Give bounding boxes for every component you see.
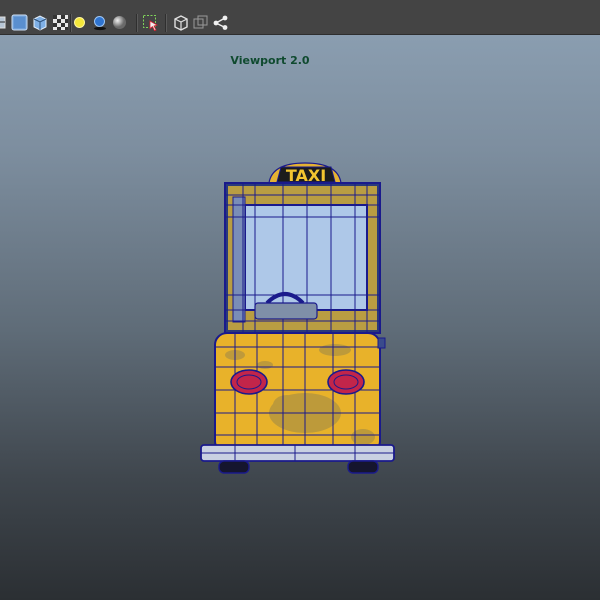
toolbar-separator <box>165 14 167 32</box>
xray-icon[interactable] <box>172 14 189 31</box>
isolate-select-icon[interactable] <box>142 14 159 31</box>
taxi-model[interactable]: TAXI <box>195 155 400 480</box>
xray-joints-icon[interactable] <box>192 14 209 31</box>
share-icon[interactable] <box>212 14 229 31</box>
wireframe-on-shaded-icon[interactable] <box>0 14 8 31</box>
taxi-model-render: TAXI <box>200 162 395 474</box>
toolbar-separator <box>136 14 138 32</box>
smooth-shade-icon[interactable] <box>11 14 28 31</box>
viewport-toolbar <box>0 0 600 35</box>
default-material-icon[interactable] <box>31 14 48 31</box>
use-all-lights-icon[interactable] <box>71 14 88 31</box>
textured-icon[interactable] <box>52 14 69 31</box>
maya-viewport-window: Viewport 2.0 TAXI <box>0 0 600 600</box>
shadows-icon[interactable] <box>91 14 108 31</box>
viewport-renderer-label: Viewport 2.0 <box>230 54 310 67</box>
ambient-occlusion-icon[interactable] <box>111 14 128 31</box>
